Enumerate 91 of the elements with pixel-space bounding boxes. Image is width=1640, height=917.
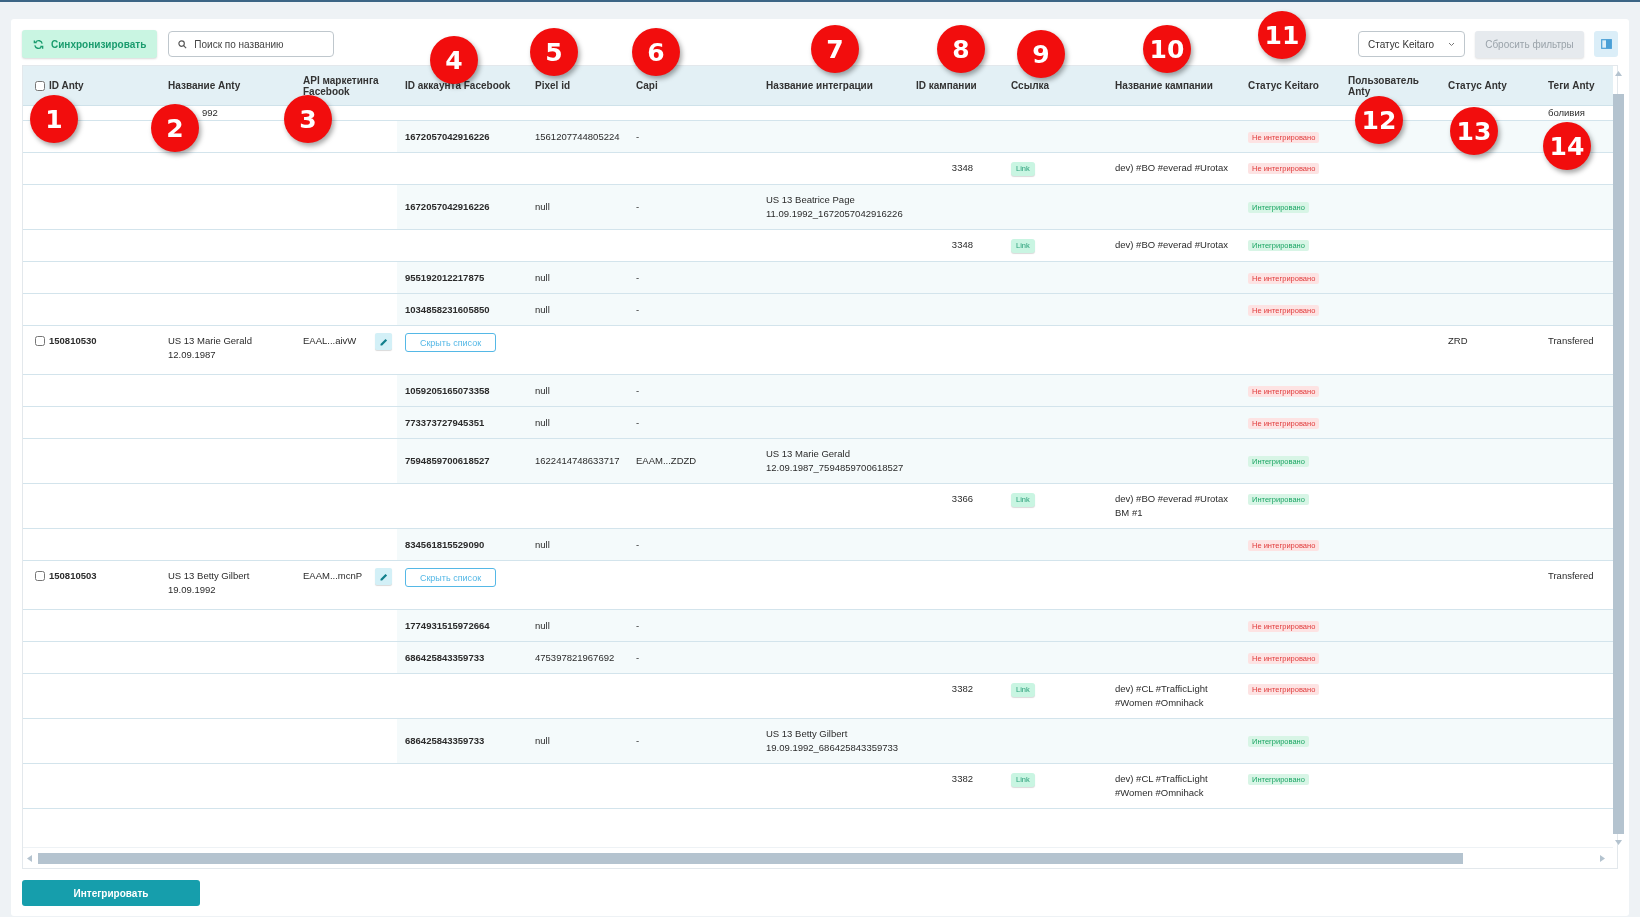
column-header[interactable]: API маркетинга Facebook [303,74,389,97]
row-checkbox[interactable] [35,571,45,581]
table-cell: null [535,619,550,631]
table-cell: dev) #BO #everad #Urotax BM #1 [1115,493,1228,518]
table-cell: 1561207744805224 [535,130,620,142]
table-cell: 955192012217875 [405,271,485,283]
number-marker: 11 [1258,11,1306,59]
table-cell: dev) #CL #TrafficLight #Women #Omnihack [1115,773,1208,798]
column-header[interactable]: Пользователь Anty [1348,74,1432,97]
table-cell: US 13 Beatrice Page 11.09.1992_1672057042916226 [766,194,903,219]
column-header[interactable]: Pixel id [535,80,570,91]
table-cell: EAAM...mcnP [303,569,363,583]
column-header[interactable]: Теги Anty [1548,80,1595,91]
table-cell: - [636,201,640,212]
column-header[interactable]: Название кампании [1115,80,1213,91]
scroll-down-icon[interactable] [1615,840,1622,845]
table-cell: 3366 [951,493,973,504]
table-cell: EAAL...aivW [303,334,357,348]
column-header[interactable]: ID кампании [916,80,977,91]
table-cell: null [535,538,550,550]
horizontal-scrollbar[interactable] [38,852,1463,864]
table-cell: US 13 Betty Gilbert 19.09.1992_686425843359733 [766,728,899,753]
column-header[interactable]: Статус Keitaro [1248,80,1319,91]
search-icon [178,40,188,49]
column-header[interactable]: Capi [636,80,658,91]
table-cell: dev) #BO #everad #Urotax [1115,239,1228,250]
table-cell: 1059205165073358 [405,384,490,396]
columns-toggle-button[interactable] [1594,31,1618,57]
column-header[interactable]: Статус Anty [1448,80,1507,91]
table-cell: dev) #BO #everad #Urotax [1115,162,1228,173]
table-cell-text: US 13 Marie Gerald 12.09.1987 [168,334,253,362]
pencil-icon [379,337,388,346]
row-checkbox[interactable] [35,336,45,346]
table-cell: - [636,303,640,315]
table-cell: - [636,651,640,663]
select-all-checkbox[interactable] [35,80,45,91]
refresh-icon [33,38,44,50]
table-cell: боливия [1548,107,1585,118]
table-cell: 3382 [951,683,973,694]
table-cell: EAAM...ZDZD [636,455,697,466]
table-cell: - [636,538,640,550]
table-cell: 475397821967692 [535,651,615,663]
column-header[interactable]: ID Anty [49,80,84,91]
table-cell: null [535,303,550,315]
table-cell: null [535,384,550,396]
table-cell: US 13 Marie Gerald 12.09.1987_7594859700618527 [766,448,904,473]
table-cell: 834561815529090 [405,538,485,550]
column-header[interactable]: Ссылка [1011,80,1050,91]
edit-button[interactable] [375,568,392,585]
table-cell-text: US 13 Betty Gilbert 19.09.1992 [168,569,251,597]
scroll-left-icon[interactable] [27,854,32,862]
table-cell: 992 [202,107,218,118]
scroll-up-icon[interactable] [1615,71,1622,76]
scroll-right-icon[interactable] [1600,854,1605,862]
table-cell: 3348 [951,162,973,173]
table-cell: null [535,416,550,428]
table-cell: 1622414748633717 [535,455,620,466]
table-cell: 150810503 [49,569,97,583]
table-cell: 3382 [951,773,973,784]
table-cell: 686425843359733 [405,735,485,746]
table-cell: null [535,271,550,283]
table-cell: null [535,201,550,212]
vertical-scrollbar[interactable] [1613,94,1624,834]
pencil-icon [379,572,388,581]
table-cell: 7594859700618527 [405,455,490,466]
columns-icon [1600,39,1612,49]
table-cell: - [636,271,640,283]
table-cell: - [636,416,640,428]
search-field[interactable]: Поиск по названию [168,31,335,57]
table-cell: - [636,384,640,396]
table-cell: null [535,735,550,746]
table-cell: 3348 [951,239,973,250]
table-cell: 1774931515972664 [405,619,490,631]
table-cell: dev) #CL #TrafficLight #Women #Omnihack [1115,683,1208,708]
table-cell: Transfered [1548,570,1594,581]
table-cell: 1672057042916226 [405,130,490,142]
chevron-down-icon [1448,41,1455,47]
edit-button[interactable] [375,333,392,350]
table-cell: Transfered [1548,335,1594,346]
table-cell: 1034858231605850 [405,303,490,315]
table-cell: 150810530 [49,334,97,348]
table-cell: 686425843359733 [405,651,485,663]
table-cell: 773373727945351 [405,416,485,428]
table-cell: - [636,130,640,142]
status-dropdown[interactable]: Статус Keitaro [1358,31,1465,57]
column-header[interactable]: Название интеграции [766,80,873,91]
table-cell: ZRD [1448,335,1468,346]
table-cell: - [636,619,640,631]
column-header[interactable]: Название Anty [168,80,241,91]
table-cell: - [636,735,640,746]
table-cell: 1672057042916226 [405,201,490,212]
